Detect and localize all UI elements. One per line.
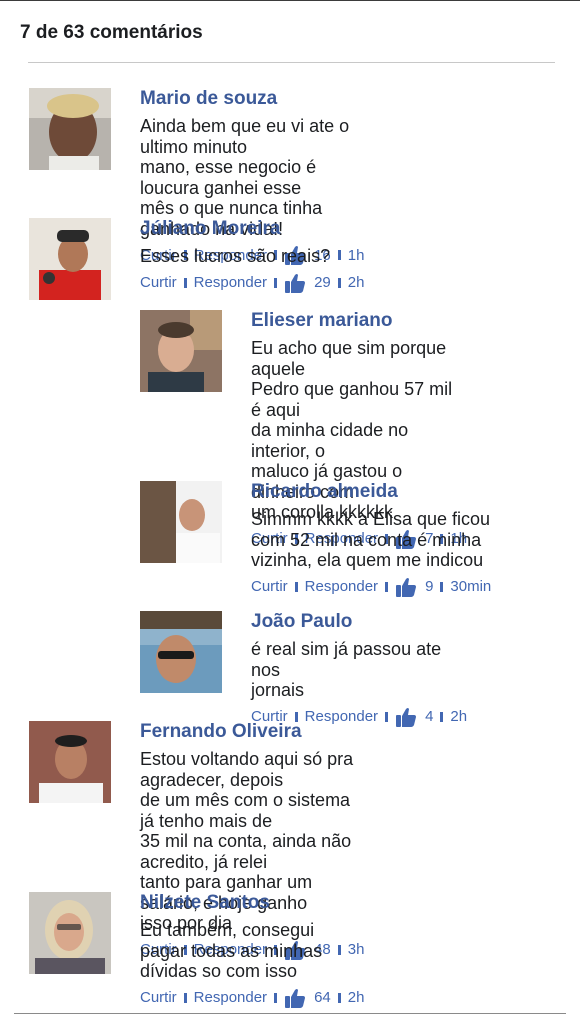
- comment-time: 2h: [347, 274, 365, 291]
- comment-time: 2h: [450, 708, 468, 725]
- comment-actions: Curtir Responder 9 30min: [251, 576, 491, 598]
- separator: [183, 277, 187, 288]
- separator: [274, 992, 278, 1003]
- comment-time: 30min: [450, 578, 492, 595]
- thumbs-up-icon: [395, 706, 417, 728]
- avatar[interactable]: [29, 88, 111, 170]
- like-link[interactable]: Curtir: [140, 989, 177, 1006]
- commenter-name[interactable]: Mario de souza: [140, 88, 364, 112]
- comments-count-title: 7 de 63 comentários: [20, 22, 203, 43]
- reply-link[interactable]: Responder: [305, 578, 378, 595]
- thumbs-up-icon: [395, 576, 417, 598]
- commenter-name[interactable]: Ricardo almeida: [251, 481, 491, 505]
- separator: [440, 711, 444, 722]
- comment-time: 2h: [347, 989, 365, 1006]
- avatar[interactable]: [29, 721, 111, 803]
- divider: [28, 62, 555, 63]
- separator: [337, 992, 341, 1003]
- commenter-name[interactable]: Júliano Moreira: [140, 218, 364, 242]
- comment-actions: Curtir Responder 64 2h: [140, 987, 364, 1009]
- thumbs-up-icon: [284, 272, 306, 294]
- comment-text: Eu também, consegui pagar todas as minha…: [140, 920, 323, 981]
- top-border: [0, 0, 580, 1]
- avatar[interactable]: [140, 611, 222, 693]
- reply-link[interactable]: Responder: [194, 274, 267, 291]
- separator: [294, 711, 298, 722]
- like-count: 29: [314, 274, 331, 291]
- like-count: 9: [425, 578, 434, 595]
- separator: [274, 277, 278, 288]
- like-link[interactable]: Curtir: [140, 274, 177, 291]
- separator: [337, 277, 341, 288]
- like-count: 4: [425, 708, 434, 725]
- reply-link[interactable]: Responder: [194, 989, 267, 1006]
- separator: [440, 581, 444, 592]
- commenter-name[interactable]: Fernando Oliveira: [140, 721, 364, 745]
- commenter-name[interactable]: Nilzete Santos: [140, 892, 364, 916]
- comment-text: é real sim já passou ate nos jornais: [251, 639, 442, 700]
- avatar[interactable]: [29, 892, 111, 974]
- like-link[interactable]: Curtir: [251, 578, 288, 595]
- commenter-name[interactable]: Elieser mariano: [251, 310, 467, 334]
- avatar[interactable]: [140, 310, 222, 392]
- thumbs-up-icon: [284, 987, 306, 1009]
- comment-text: Esses lucros são reais?: [140, 246, 331, 266]
- like-count: 64: [314, 989, 331, 1006]
- separator: [183, 992, 187, 1003]
- separator: [385, 581, 389, 592]
- avatar[interactable]: [29, 218, 111, 300]
- comment-text: Simmm kkkk a Elisa que ficou com 52 mil …: [251, 509, 491, 570]
- separator: [385, 711, 389, 722]
- separator: [294, 581, 298, 592]
- avatar[interactable]: [140, 481, 222, 563]
- divider: [14, 1013, 566, 1014]
- commenter-name[interactable]: João Paulo: [251, 611, 467, 635]
- comment-actions: Curtir Responder 29 2h: [140, 272, 364, 294]
